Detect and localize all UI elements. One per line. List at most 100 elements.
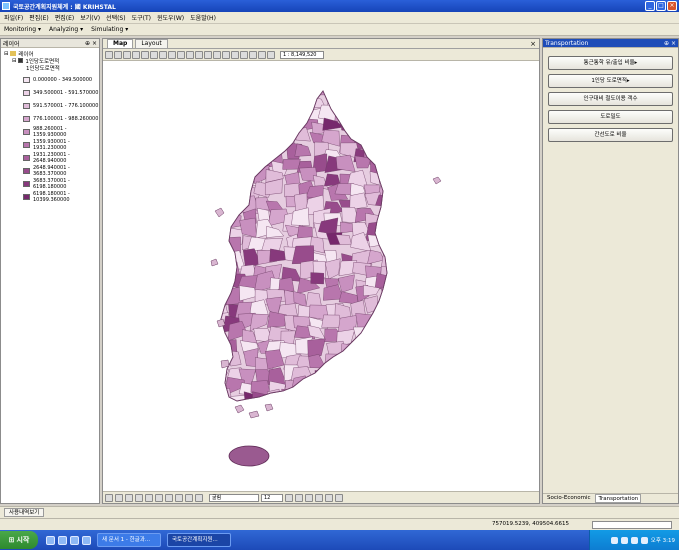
region-polygon[interactable] bbox=[383, 209, 398, 226]
region-polygon[interactable] bbox=[379, 77, 394, 89]
region-polygon[interactable] bbox=[393, 300, 409, 313]
region-polygon[interactable] bbox=[320, 364, 337, 384]
hand-icon[interactable] bbox=[195, 50, 203, 59]
region-polygon[interactable] bbox=[269, 104, 284, 122]
zoom-in-icon[interactable] bbox=[141, 50, 149, 59]
add-layer-icon[interactable] bbox=[123, 50, 131, 59]
region-polygon[interactable] bbox=[217, 119, 235, 139]
region-polygon[interactable] bbox=[282, 158, 301, 170]
region-polygon[interactable] bbox=[249, 120, 272, 133]
italic-icon[interactable] bbox=[295, 493, 303, 502]
region-polygon[interactable] bbox=[209, 145, 232, 163]
region-polygon[interactable] bbox=[227, 173, 248, 187]
region-polygon[interactable] bbox=[279, 116, 297, 132]
region-polygon[interactable] bbox=[351, 392, 374, 408]
region-polygon[interactable] bbox=[396, 212, 415, 227]
find-icon[interactable] bbox=[258, 50, 266, 59]
region-polygon[interactable] bbox=[366, 391, 387, 409]
line-color-icon[interactable] bbox=[335, 493, 343, 502]
region-polygon[interactable] bbox=[291, 375, 312, 392]
tab-layout[interactable]: Layout bbox=[135, 39, 168, 48]
region-polygon[interactable] bbox=[393, 329, 415, 346]
fill-color-icon[interactable] bbox=[325, 493, 333, 502]
identify-icon[interactable] bbox=[177, 50, 185, 59]
region-polygon[interactable] bbox=[267, 80, 283, 97]
region-polygon[interactable] bbox=[210, 278, 230, 297]
region-polygon[interactable] bbox=[392, 74, 407, 91]
region-polygon[interactable] bbox=[314, 370, 334, 387]
region-polygon[interactable] bbox=[338, 372, 354, 394]
region-polygon[interactable] bbox=[240, 93, 259, 110]
region-polygon[interactable] bbox=[355, 368, 373, 386]
close-icon[interactable]: × bbox=[530, 40, 536, 48]
menu-edit-2[interactable]: 편집(E) bbox=[55, 13, 75, 22]
region-polygon[interactable] bbox=[222, 89, 237, 105]
region-polygon[interactable] bbox=[332, 353, 357, 374]
pointer-icon[interactable] bbox=[105, 493, 113, 502]
region-polygon[interactable] bbox=[364, 94, 383, 112]
callout-tool-icon[interactable] bbox=[195, 493, 203, 502]
region-polygon[interactable] bbox=[225, 80, 242, 95]
region-polygon[interactable] bbox=[224, 134, 246, 152]
region-polygon[interactable] bbox=[348, 403, 368, 422]
menu-view[interactable]: 보기(V) bbox=[80, 13, 100, 22]
region-polygon[interactable] bbox=[211, 224, 225, 239]
tab-map[interactable]: Map bbox=[107, 39, 134, 48]
region-polygon[interactable] bbox=[337, 388, 354, 403]
region-polygon[interactable] bbox=[257, 93, 277, 112]
tray-icon[interactable] bbox=[620, 536, 628, 544]
region-polygon[interactable] bbox=[394, 143, 415, 161]
region-polygon[interactable] bbox=[256, 79, 273, 93]
region-polygon[interactable] bbox=[376, 95, 393, 108]
region-polygon[interactable] bbox=[281, 388, 301, 404]
region-polygon[interactable] bbox=[242, 103, 257, 124]
region-polygon[interactable] bbox=[307, 405, 327, 422]
region-polygon[interactable] bbox=[213, 106, 233, 123]
region-polygon[interactable] bbox=[297, 388, 313, 403]
region-polygon[interactable] bbox=[277, 409, 300, 426]
region-polygon[interactable] bbox=[398, 156, 411, 170]
region-polygon[interactable] bbox=[397, 96, 410, 111]
region-polygon[interactable] bbox=[290, 90, 315, 108]
analyzing-menu[interactable]: Analyzing ▾ bbox=[49, 26, 83, 33]
region-polygon[interactable] bbox=[389, 168, 409, 181]
tab-socio-economic[interactable]: Socio-Economic bbox=[545, 494, 592, 503]
region-polygon[interactable] bbox=[395, 400, 409, 421]
region-polygon[interactable] bbox=[392, 134, 411, 147]
region-polygon[interactable] bbox=[239, 114, 255, 134]
region-polygon[interactable] bbox=[300, 80, 317, 96]
region-polygon[interactable] bbox=[377, 362, 396, 382]
arterial-road-ratio-button[interactable]: 간선도로 비율 bbox=[548, 128, 673, 142]
open-icon[interactable] bbox=[105, 50, 113, 59]
forward-icon[interactable] bbox=[222, 50, 230, 59]
region-polygon[interactable] bbox=[376, 343, 390, 359]
region-polygon[interactable] bbox=[281, 80, 301, 96]
region-polygon[interactable] bbox=[393, 185, 407, 201]
tab-usage-history[interactable]: 사용내역보기 bbox=[4, 508, 45, 517]
region-polygon[interactable] bbox=[210, 194, 230, 211]
region-polygon[interactable] bbox=[392, 121, 409, 134]
region-polygon[interactable] bbox=[348, 91, 368, 108]
region-polygon[interactable] bbox=[256, 144, 272, 158]
menu-help[interactable]: 도움말(H) bbox=[190, 13, 216, 22]
tray-icon[interactable] bbox=[630, 536, 638, 544]
region-polygon[interactable] bbox=[399, 391, 418, 407]
region-polygon[interactable] bbox=[362, 114, 381, 129]
region-polygon[interactable] bbox=[383, 132, 401, 146]
rotate-icon[interactable] bbox=[115, 493, 123, 502]
taskbar-item-krihstal[interactable]: 국토공간계획지원... bbox=[167, 533, 231, 547]
region-polygon[interactable] bbox=[213, 238, 228, 257]
info-icon[interactable] bbox=[240, 50, 248, 59]
close-button[interactable]: × bbox=[667, 1, 677, 11]
region-polygon[interactable] bbox=[396, 338, 413, 351]
region-polygon[interactable] bbox=[266, 113, 285, 134]
region-polygon[interactable] bbox=[373, 102, 394, 121]
maximize-button[interactable]: □ bbox=[656, 1, 666, 11]
region-polygon[interactable] bbox=[366, 109, 383, 126]
region-polygon[interactable] bbox=[355, 108, 373, 121]
region-polygon[interactable] bbox=[378, 396, 393, 411]
menu-window[interactable]: 윈도우(W) bbox=[157, 13, 184, 22]
refresh-icon[interactable] bbox=[231, 50, 239, 59]
region-polygon[interactable] bbox=[209, 326, 225, 338]
region-polygon[interactable] bbox=[268, 91, 287, 108]
